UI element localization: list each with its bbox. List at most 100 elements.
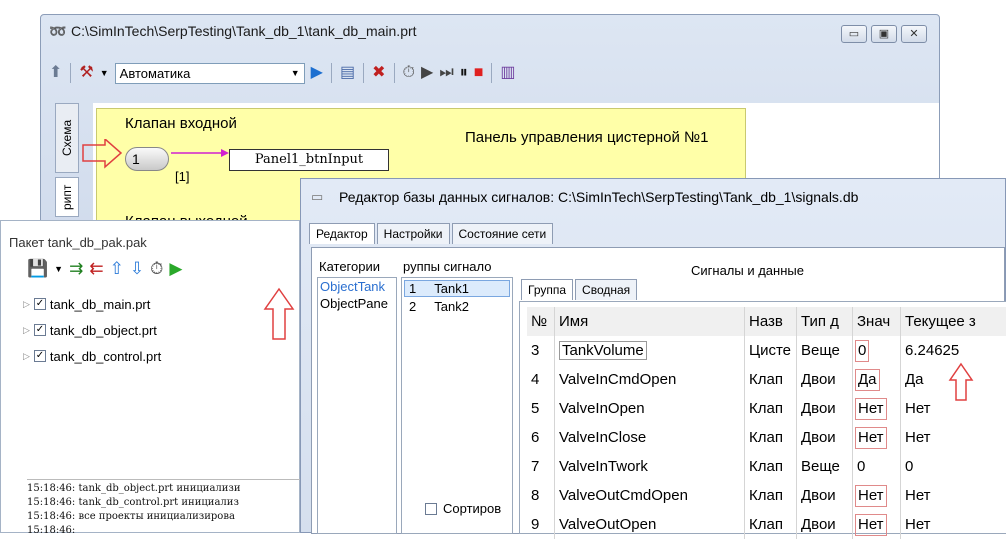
sort-checkbox[interactable] (425, 502, 437, 515)
tab-editor[interactable]: Редактор (309, 223, 375, 244)
table-row[interactable]: 6 ValveInClose Клап Двои Нет Нет (527, 423, 1006, 452)
timer-icon[interactable]: ⏱ (403, 63, 415, 83)
move-up-icon[interactable]: ⇧ (110, 259, 124, 279)
cell-type: Двои (797, 365, 853, 394)
col-type[interactable]: Тип д (797, 307, 853, 336)
main-toolbar: ⬆ ⚒ ▼ Автоматика ▼ ▶ ▤ ✖ ⏱ ▶ ⏭ ⏸ ■ ▥ (49, 59, 516, 87)
package-window: Пакет tank_db_pak.pak 💾 ▼ ⇉ ⇇ ⇧ ⇩ ⏱ ▶ ▷ ✓… (0, 220, 301, 535)
signals-grid: № Имя Назв Тип д Знач Текущее з 3 TankVol… (527, 307, 1006, 539)
col-number[interactable]: № (527, 307, 555, 336)
table-row[interactable]: 4 ValveInCmdOpen Клап Двои Да Да (527, 365, 1006, 394)
cell-value[interactable]: Да (853, 365, 901, 394)
tab-settings[interactable]: Настройки (376, 223, 450, 244)
up-arrow-icon[interactable]: ⬆ (49, 63, 62, 83)
category-item[interactable]: ObjectPane (318, 295, 396, 312)
tab-network[interactable]: Состояние сети (451, 223, 554, 244)
cell-name: ValveInCmdOpen (555, 365, 745, 394)
table-row[interactable]: 9 ValveOutOpen Клап Двои Нет Нет (527, 510, 1006, 539)
group-item[interactable]: 1 Tank1 (404, 280, 510, 297)
cell-type: Двои (797, 394, 853, 423)
cell-value[interactable]: Нет (853, 394, 901, 423)
tree-item[interactable]: ▷ ✓ tank_db_control.prt (23, 343, 161, 369)
timer-icon[interactable]: ⏱ (150, 259, 163, 279)
category-item[interactable]: ObjectTank (318, 278, 396, 295)
mode-select[interactable]: Автоматика ▼ (114, 62, 305, 84)
cell-desc: Клап (745, 452, 797, 481)
panel-title: Панель управления цистерной №1 (465, 129, 709, 146)
cell-type: Веще (797, 452, 853, 481)
cell-name: ValveOutCmdOpen (555, 481, 745, 510)
tools-icon[interactable]: ⚒ (79, 63, 93, 83)
cell-current: Нет (905, 516, 931, 533)
signals-header: Сигналы и данные (691, 263, 804, 278)
close-button[interactable]: ✕ (901, 25, 927, 43)
cell-desc: Клап (745, 365, 797, 394)
cell-value[interactable]: Нет (853, 510, 901, 539)
step-icon[interactable]: ⏭ (439, 63, 453, 83)
save-dropdown-icon[interactable]: ▼ (54, 264, 63, 274)
tools-dropdown-icon[interactable]: ▼ (100, 68, 109, 78)
cell-value[interactable]: 0 (853, 452, 901, 481)
log-line: 15:18:46: tank_db_object.prt инициализи (27, 483, 241, 494)
current-value-arrow (948, 362, 974, 401)
cell-type: Двои (797, 510, 853, 539)
port-label: [1] (175, 169, 190, 184)
remove-project-icon[interactable]: ⇇ (89, 259, 103, 279)
run-pointer-arrow (263, 287, 295, 340)
tab-group[interactable]: Группа (521, 279, 574, 300)
cell-type: Двои (797, 423, 853, 452)
cell-name: ValveInTwork (555, 452, 745, 481)
input-block[interactable]: Panel1_btnInput (229, 149, 389, 171)
cell-number: 6 (527, 423, 555, 452)
stop-icon[interactable]: ■ (474, 63, 484, 83)
cell-value[interactable]: Нет (853, 423, 901, 452)
col-name[interactable]: Имя (555, 307, 745, 336)
log-line: 15:18:46: tank_db_control.prt инициализ (27, 497, 239, 508)
tree-item[interactable]: ▷ ✓ tank_db_object.prt (23, 317, 161, 343)
cell-name: ValveInOpen (555, 394, 745, 423)
db-icon: ▭ (311, 189, 324, 204)
log-line: 15:18:46: все проекты инициализирова (27, 511, 235, 522)
table-row[interactable]: 7 ValveInTwork Клап Веще 0 0 (527, 452, 1006, 481)
add-project-icon[interactable]: ⇉ (69, 259, 83, 279)
run-step-icon[interactable]: ▶ (311, 63, 323, 83)
cell-value[interactable]: 0 (853, 336, 901, 365)
chart-icon[interactable]: ▥ (500, 63, 515, 83)
sort-label: Сортиров (443, 501, 502, 516)
table-row[interactable]: 5 ValveInOpen Клап Двои Нет Нет (527, 394, 1006, 423)
play-icon[interactable]: ▶ (421, 63, 433, 83)
cell-value[interactable]: Нет (853, 481, 901, 510)
table-header: № Имя Назв Тип д Знач Текущее з (527, 307, 1006, 336)
disconnect-icon[interactable]: ✖ (372, 63, 385, 83)
minimize-button[interactable]: ▭ (841, 25, 867, 43)
cell-current: Нет (905, 429, 931, 446)
col-desc[interactable]: Назв (745, 307, 797, 336)
cell-desc: Клап (745, 481, 797, 510)
maximize-button[interactable]: ▣ (871, 25, 897, 43)
app-logo-icon: ➿ (49, 23, 67, 39)
groups-header: руппы сигнало (403, 259, 492, 274)
group-item[interactable]: 2 Tank2 (404, 299, 510, 314)
input-valve-button[interactable]: 1 (125, 147, 169, 171)
tree-item[interactable]: ▷ ✓ tank_db_main.prt (23, 291, 161, 317)
pause-icon[interactable]: ⏸ (460, 63, 468, 83)
cell-current: 0 (905, 458, 914, 475)
tab-summary[interactable]: Сводная (575, 279, 638, 300)
cell-desc: Клап (745, 423, 797, 452)
col-value[interactable]: Знач (853, 307, 901, 336)
cell-current: Нет (905, 487, 931, 504)
run-icon[interactable]: ▶ (169, 259, 182, 279)
log-panel: 15:18:46: tank_db_object.prt инициализи … (27, 479, 301, 535)
valve-in-label: Клапан входной (125, 115, 237, 132)
tab-script[interactable]: рипт (55, 177, 79, 217)
table-row[interactable]: 3 TankVolume Цисте Веще 0 6.24625 (527, 336, 1006, 365)
project-tree: ▷ ✓ tank_db_main.prt ▷ ✓ tank_db_object.prt … (23, 291, 161, 369)
col-current[interactable]: Текущее з (901, 307, 1006, 336)
save-icon[interactable]: 💾 (27, 259, 48, 279)
tab-scheme[interactable]: Схема (55, 103, 79, 173)
table-row[interactable]: 8 ValveOutCmdOpen Клап Двои Нет Нет (527, 481, 1006, 510)
cell-number: 7 (527, 452, 555, 481)
layers-icon[interactable]: ▤ (340, 63, 355, 83)
move-down-icon[interactable]: ⇩ (130, 259, 144, 279)
cell-number: 8 (527, 481, 555, 510)
